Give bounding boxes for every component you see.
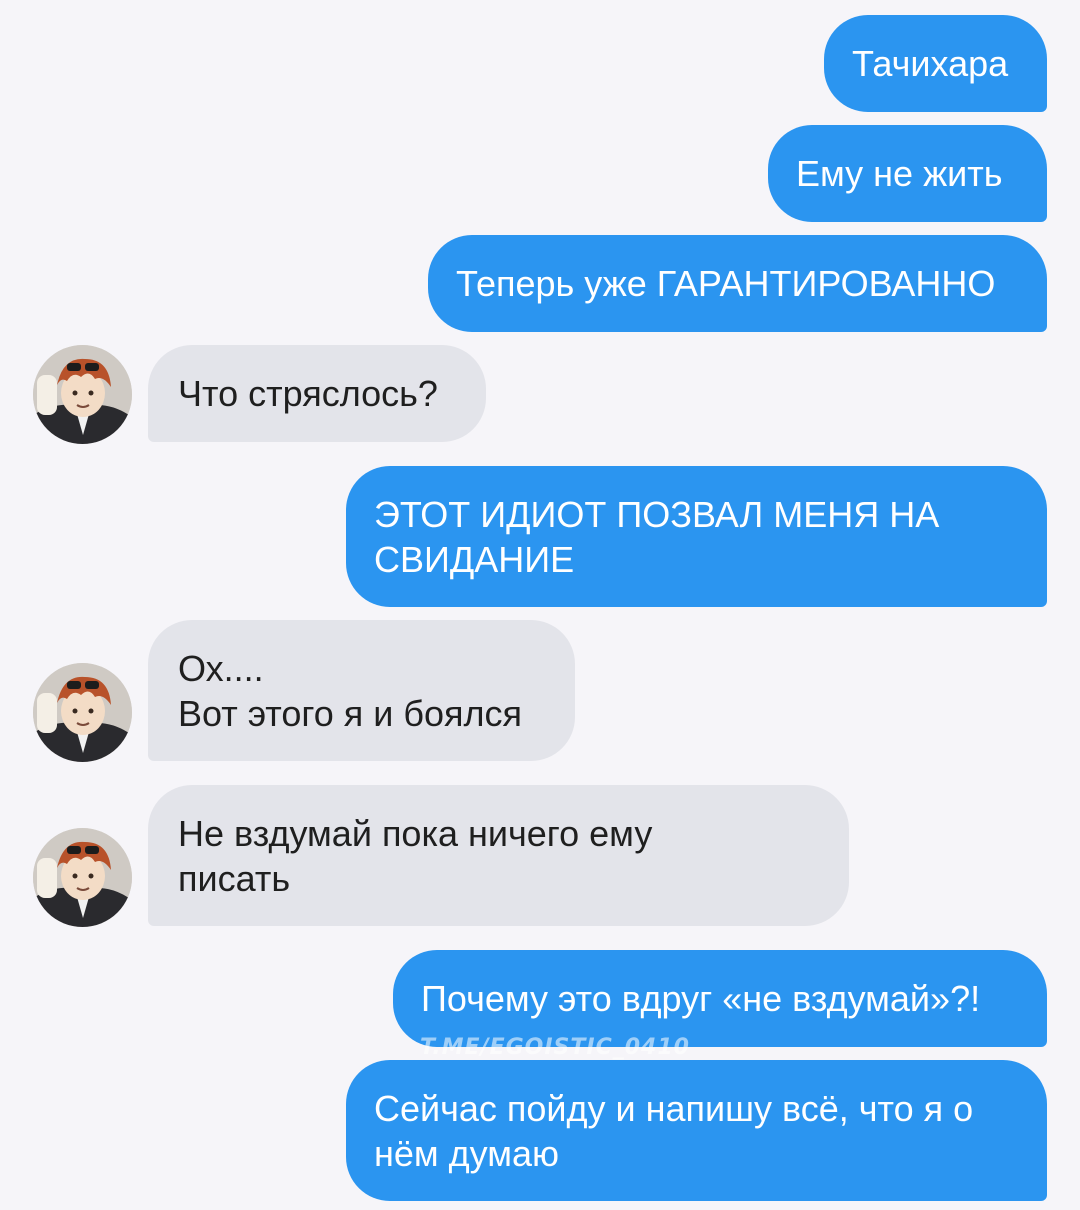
message-bubble-outgoing[interactable]: Почему это вдруг «не вздумай»?! <box>393 950 1047 1047</box>
contact-avatar-icon[interactable] <box>33 828 132 927</box>
message-bubble-incoming[interactable]: Не вздумай пока ничего ему писать <box>148 785 849 926</box>
contact-avatar-icon[interactable] <box>33 345 132 444</box>
contact-avatar-icon[interactable] <box>33 663 132 762</box>
message-bubble-incoming[interactable]: Ох.... Вот этого я и боялся <box>148 620 575 761</box>
message-bubble-outgoing[interactable]: Тачихара <box>824 15 1047 112</box>
message-bubble-outgoing[interactable]: ЭТОТ ИДИОТ ПОЗВАЛ МЕНЯ НА СВИДАНИЕ <box>346 466 1047 607</box>
message-bubble-outgoing[interactable]: Сейчас пойду и напишу всё, что я о нём д… <box>346 1060 1047 1201</box>
message-bubble-outgoing[interactable]: Ему не жить <box>768 125 1047 222</box>
watermark: t.me/egoistic_0410 <box>420 1035 690 1060</box>
message-bubble-incoming[interactable]: Что стряслось? <box>148 345 486 442</box>
message-bubble-outgoing[interactable]: Теперь уже ГАРАНТИРОВАННО <box>428 235 1047 332</box>
